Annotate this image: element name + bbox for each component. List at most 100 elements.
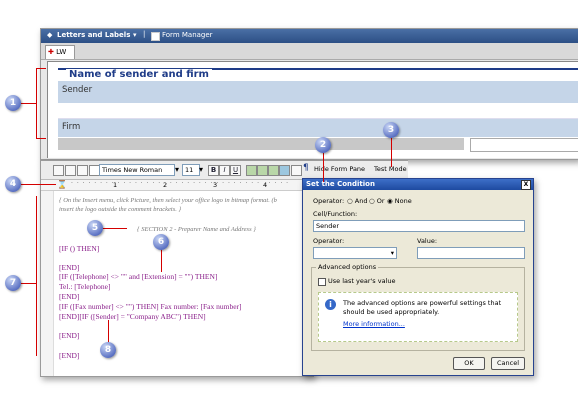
leader-line-1-bracket xyxy=(36,68,37,139)
radio-none[interactable]: ◉ None xyxy=(387,197,412,205)
bold-button[interactable]: B xyxy=(208,165,219,176)
ruler-mark-3: 3 xyxy=(213,181,218,189)
callout-7: 7 xyxy=(5,275,21,291)
font-size-value: 11 xyxy=(185,166,194,174)
close-icon[interactable]: X xyxy=(521,180,531,190)
ruler-mark-1: 1 xyxy=(113,181,118,189)
value-input[interactable] xyxy=(417,247,525,259)
use-last-year-checkbox[interactable] xyxy=(318,278,326,286)
cancel-button[interactable]: Cancel xyxy=(491,357,525,370)
comment-line-1: { On the Insert menu, click Picture, the… xyxy=(59,197,277,204)
code-line[interactable]: [IF ([Fax number] <> "") THEN] Fax numbe… xyxy=(59,302,242,311)
radio-or[interactable]: ○ Or xyxy=(369,197,385,205)
code-line[interactable]: [IF () THEN] xyxy=(59,244,99,253)
leader-line-3 xyxy=(391,137,392,167)
info-icon: i xyxy=(325,299,336,310)
code-line[interactable]: [END] xyxy=(59,292,79,301)
form-manager-button[interactable]: Form Manager xyxy=(162,31,213,39)
sender-row: Sender xyxy=(58,81,578,103)
section-2-label: { SECTION 2 - Preparer Name and Address … xyxy=(137,226,256,233)
radio-or-label: Or xyxy=(376,197,385,205)
sender-label: Sender xyxy=(62,85,93,95)
more-information-link[interactable]: More information... xyxy=(343,320,405,328)
tab-lw-label: LW xyxy=(56,48,67,56)
leader-line-1-bottom xyxy=(36,138,46,139)
justify-icon[interactable] xyxy=(279,165,290,176)
main-window: ◆ Letters and Labels ▾ | Form Manager ✚ … xyxy=(40,28,578,160)
title-bar: ◆ Letters and Labels ▾ | Form Manager xyxy=(41,29,578,43)
callout-5: 5 xyxy=(87,220,103,236)
document-tab-row: ✚ LW xyxy=(41,43,578,60)
ruler-mark-2: 2 xyxy=(163,181,168,189)
code-line[interactable]: [END] xyxy=(59,331,79,340)
chevron-down-icon[interactable]: ▾ xyxy=(175,165,179,174)
bullets-icon[interactable] xyxy=(291,165,302,176)
dropdown-arrow-icon[interactable]: ▾ xyxy=(133,31,137,39)
align-left-icon[interactable] xyxy=(246,165,257,176)
firm-extra-field[interactable] xyxy=(470,138,578,152)
font-select[interactable]: Times New Roman xyxy=(99,164,175,176)
callout-1: 1 xyxy=(5,95,21,111)
radio-and-label: And xyxy=(354,197,368,205)
radio-and[interactable]: ○ And xyxy=(347,197,367,205)
title-separator: | xyxy=(143,30,146,38)
font-size-select[interactable]: 11 xyxy=(182,164,200,176)
left-margin xyxy=(41,191,54,376)
callout-3: 3 xyxy=(383,122,399,138)
value-label: Value: xyxy=(417,237,438,245)
info-text-2: should be used appropriately. xyxy=(343,308,440,316)
copy-icon[interactable] xyxy=(65,165,76,176)
callout-6: 6 xyxy=(153,234,169,250)
leader-line-1-top xyxy=(36,68,46,69)
radio-none-label: None xyxy=(394,197,412,205)
leader-line-1 xyxy=(20,103,36,104)
ruler: ⌛ · · · · · · · · · · · · · · · · · · · … xyxy=(41,180,313,191)
ok-button[interactable]: OK xyxy=(453,357,485,370)
template-editor: Times New Roman ▾ 11 ▾ B I U ¶ ⌛ · · · ·… xyxy=(40,160,314,377)
cell-function-input[interactable]: Sender xyxy=(313,220,525,232)
advanced-options-label: Advanced options xyxy=(316,263,379,271)
tab-lw[interactable]: ✚ LW xyxy=(45,45,75,59)
firm-label: Firm xyxy=(62,122,81,132)
cell-function-label: Cell/Function: xyxy=(313,210,358,218)
editor-toolbar: Times New Roman ▾ 11 ▾ B I U ¶ xyxy=(41,161,313,180)
italic-button[interactable]: I xyxy=(219,165,230,176)
app-icon: ◆ xyxy=(47,31,53,39)
code-line[interactable]: [IF ([Telephone] <> "" and [Extension] =… xyxy=(59,272,217,281)
paste-icon[interactable] xyxy=(77,165,88,176)
cut-icon[interactable] xyxy=(53,165,64,176)
align-right-icon[interactable] xyxy=(268,165,279,176)
ruler-mark-4: 4 xyxy=(263,181,268,189)
sender-field[interactable] xyxy=(58,104,578,119)
info-box: i The advanced options are powerful sett… xyxy=(318,292,518,342)
indent-marker-icon[interactable]: ⌛ xyxy=(57,180,67,189)
comment-line-2: insert the logo outside the comment brac… xyxy=(59,206,182,213)
chevron-down-icon[interactable]: ▾ xyxy=(199,165,203,174)
use-last-year-label: Use last year's value xyxy=(328,277,396,285)
dialog-title: Set the Condition xyxy=(306,180,375,188)
operator2-label: Operator: xyxy=(313,237,345,245)
cell-function-value: Sender xyxy=(316,222,340,230)
document-icon: ✚ xyxy=(48,48,54,56)
ruler-ticks: · · · · · · · · · · · · · · · · · · · · … xyxy=(71,180,290,187)
leader-line-7-bracket xyxy=(36,196,37,356)
firm-field[interactable] xyxy=(58,138,464,150)
code-line[interactable]: [END] xyxy=(59,263,79,272)
hide-form-pane-button[interactable]: Hide Form Pane xyxy=(314,165,365,173)
code-line[interactable]: Tel.: [Telephone] xyxy=(59,282,110,291)
pilcrow-icon[interactable]: ¶ xyxy=(303,163,309,173)
form-manager-icon[interactable] xyxy=(151,32,160,41)
code-line[interactable]: [END] xyxy=(59,351,79,360)
dialog-title-bar: Set the Condition X xyxy=(303,179,533,190)
code-line[interactable]: [END][IF ([Sender] = "Company ABC") THEN… xyxy=(59,312,206,321)
firm-row: Firm xyxy=(58,119,578,137)
callout-4: 4 xyxy=(5,176,21,192)
align-center-icon[interactable] xyxy=(257,165,268,176)
operator-select[interactable]: ▾ xyxy=(313,247,397,259)
leader-line-8 xyxy=(108,320,109,344)
leader-line-6 xyxy=(161,248,162,272)
underline-button[interactable]: U xyxy=(230,165,241,176)
callout-2: 2 xyxy=(315,137,331,153)
advanced-options-group: Advanced options Use last year's value i… xyxy=(311,263,525,351)
chevron-down-icon: ▾ xyxy=(390,249,394,257)
